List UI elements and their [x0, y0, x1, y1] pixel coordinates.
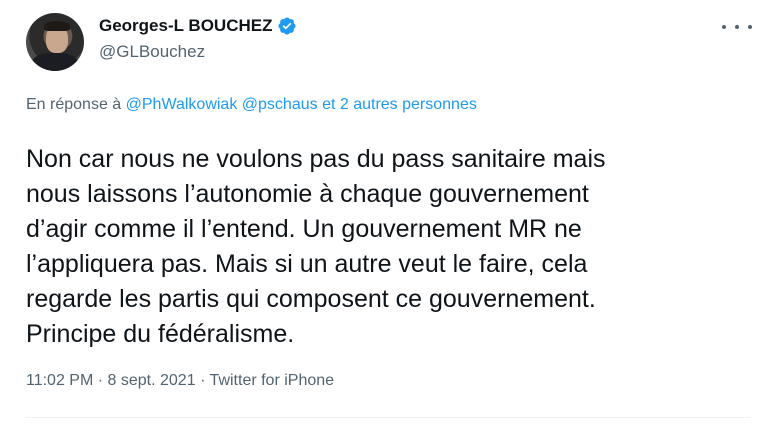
others-link[interactable]: et 2 autres personnes [322, 96, 477, 113]
mention-link[interactable]: @PhWalkowiak [126, 96, 238, 113]
tweet-date[interactable]: 8 sept. 2021 [108, 372, 196, 389]
tweet-time[interactable]: 11:02 PM [26, 372, 93, 389]
avatar-suit [32, 53, 78, 71]
tweet-card: Georges-L BOUCHEZ @GLBouchez En réponse … [0, 0, 770, 433]
author-handle[interactable]: @GLBouchez [99, 42, 205, 62]
verified-badge-icon [277, 17, 296, 35]
meta-separator: · [200, 372, 206, 389]
more-dot [735, 25, 739, 29]
tweet-meta: 11:02 PM · 8 sept. 2021 · Twitter for iP… [26, 372, 334, 390]
tweet-source[interactable]: Twitter for iPhone [210, 372, 335, 389]
more-dot [748, 25, 752, 29]
avatar[interactable] [26, 13, 84, 71]
avatar-hair [44, 21, 70, 31]
more-horizontal-icon[interactable] [722, 17, 752, 37]
meta-separator: · [97, 372, 104, 389]
more-dot [722, 25, 726, 29]
author-display-name[interactable]: Georges-L BOUCHEZ [99, 16, 273, 36]
divider [26, 417, 750, 418]
author-name-row[interactable]: Georges-L BOUCHEZ [99, 16, 297, 36]
reply-context: En réponse à @PhWalkowiak @pschaus et 2 … [26, 96, 477, 114]
tweet-text: Non car nous ne voulons pas du pass sani… [26, 145, 606, 348]
reply-prefix: En réponse à [26, 96, 122, 113]
mention-link[interactable]: @pschaus [242, 96, 318, 113]
